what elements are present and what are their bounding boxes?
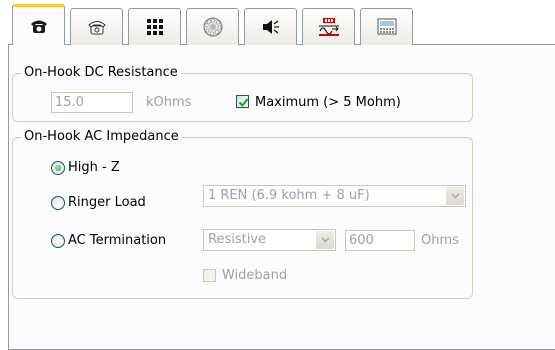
dc-resistance-input[interactable]: 15.0 — [51, 92, 133, 113]
dc-resistance-title: On-Hook DC Resistance — [21, 65, 181, 81]
tab-dial[interactable] — [186, 8, 239, 45]
termination-type-value: Resistive — [208, 232, 267, 247]
tab-speaker[interactable] — [244, 8, 297, 45]
termination-type-select[interactable]: Resistive — [203, 229, 336, 251]
ac-termination-label: AC Termination — [68, 233, 167, 248]
ringer-load-select[interactable]: 1 REN (6.9 kohm + 8 uF) — [203, 185, 466, 207]
telephone-outline-icon — [87, 19, 107, 35]
tab-telephone-alt[interactable] — [70, 8, 123, 45]
telephone-icon — [29, 18, 49, 34]
display-panel-icon — [377, 18, 397, 36]
high-z-label: High - Z — [68, 160, 120, 175]
termination-unit: Ohms — [421, 233, 459, 248]
keypad-icon — [146, 18, 164, 36]
checkmark-icon — [238, 98, 249, 108]
tab-signal-meter[interactable] — [302, 8, 355, 45]
dc-resistance-unit: kOhms — [146, 95, 192, 110]
high-z-radio[interactable] — [51, 161, 65, 175]
chevron-down-icon[interactable] — [316, 231, 334, 249]
maximum-checkbox[interactable] — [236, 95, 249, 108]
ac-impedance-title: On-Hook AC Impedance — [21, 129, 182, 145]
tab-keypad[interactable] — [128, 8, 181, 45]
dial-icon — [203, 17, 223, 37]
signal-meter-icon — [318, 17, 340, 37]
ringer-load-label: Ringer Load — [68, 195, 146, 210]
maximum-label: Maximum (> 5 Mohm) — [255, 95, 401, 110]
tab-strip — [0, 0, 555, 45]
wideband-checkbox[interactable] — [203, 269, 216, 282]
speaker-icon — [261, 18, 281, 36]
chevron-down-icon[interactable] — [446, 187, 464, 205]
wideband-label: Wideband — [222, 268, 288, 283]
tab-telephone[interactable] — [12, 4, 65, 45]
termination-value-input[interactable]: 600 — [345, 230, 415, 251]
ringer-load-value: 1 REN (6.9 kohm + 8 uF) — [208, 188, 370, 203]
ringer-load-radio[interactable] — [51, 196, 65, 210]
tab-display-panel[interactable] — [360, 8, 413, 45]
radio-selected-dot — [55, 165, 61, 171]
ac-termination-radio[interactable] — [51, 234, 65, 248]
